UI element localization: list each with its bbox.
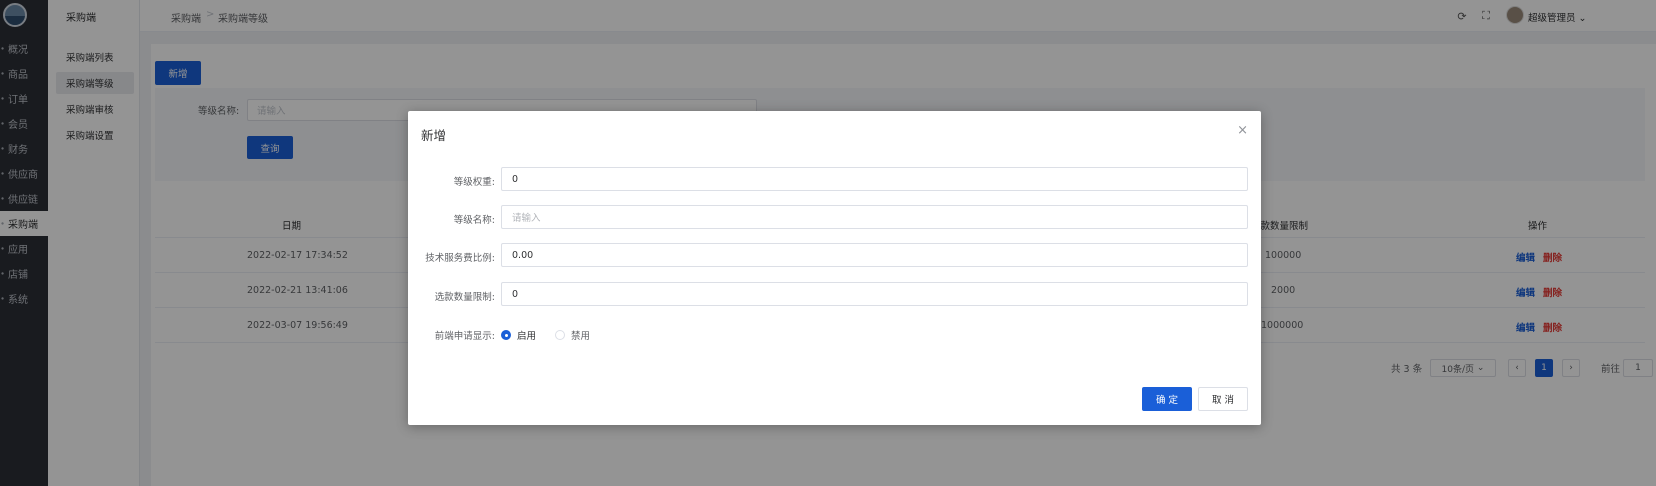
level-name-label: 等级名称: (453, 215, 495, 226)
level-name-placeholder: 请输入 (512, 213, 541, 224)
weight-input[interactable]: 0 (501, 167, 1248, 191)
frontend-display-label: 前端申请显示: (434, 331, 495, 342)
confirm-button[interactable]: 确 定 (1142, 387, 1192, 411)
level-name-input[interactable]: 请输入 (501, 205, 1248, 229)
cancel-button[interactable]: 取 消 (1198, 387, 1248, 411)
radio-disable-label: 禁用 (571, 331, 591, 342)
radio-enable[interactable]: 启用 (501, 328, 536, 342)
selection-limit-input[interactable]: 0 (501, 282, 1248, 306)
radio-enable-label: 启用 (517, 331, 537, 342)
selection-limit-label: 选款数量限制: (434, 292, 495, 303)
radio-checked-icon (501, 330, 511, 340)
service-fee-label: 技术服务费比例: (425, 253, 495, 264)
radio-unchecked-icon (555, 330, 565, 340)
radio-disable[interactable]: 禁用 (555, 328, 590, 342)
weight-label: 等级权重: (453, 177, 495, 188)
service-fee-input[interactable]: 0.00 (501, 243, 1248, 267)
dialog-title: 新增 (421, 128, 447, 143)
add-level-dialog: 新增 × 等级权重: 0 等级名称: 请输入 技术服务费比例: 0.00 选款数… (408, 111, 1261, 425)
close-icon[interactable]: × (1237, 123, 1248, 138)
